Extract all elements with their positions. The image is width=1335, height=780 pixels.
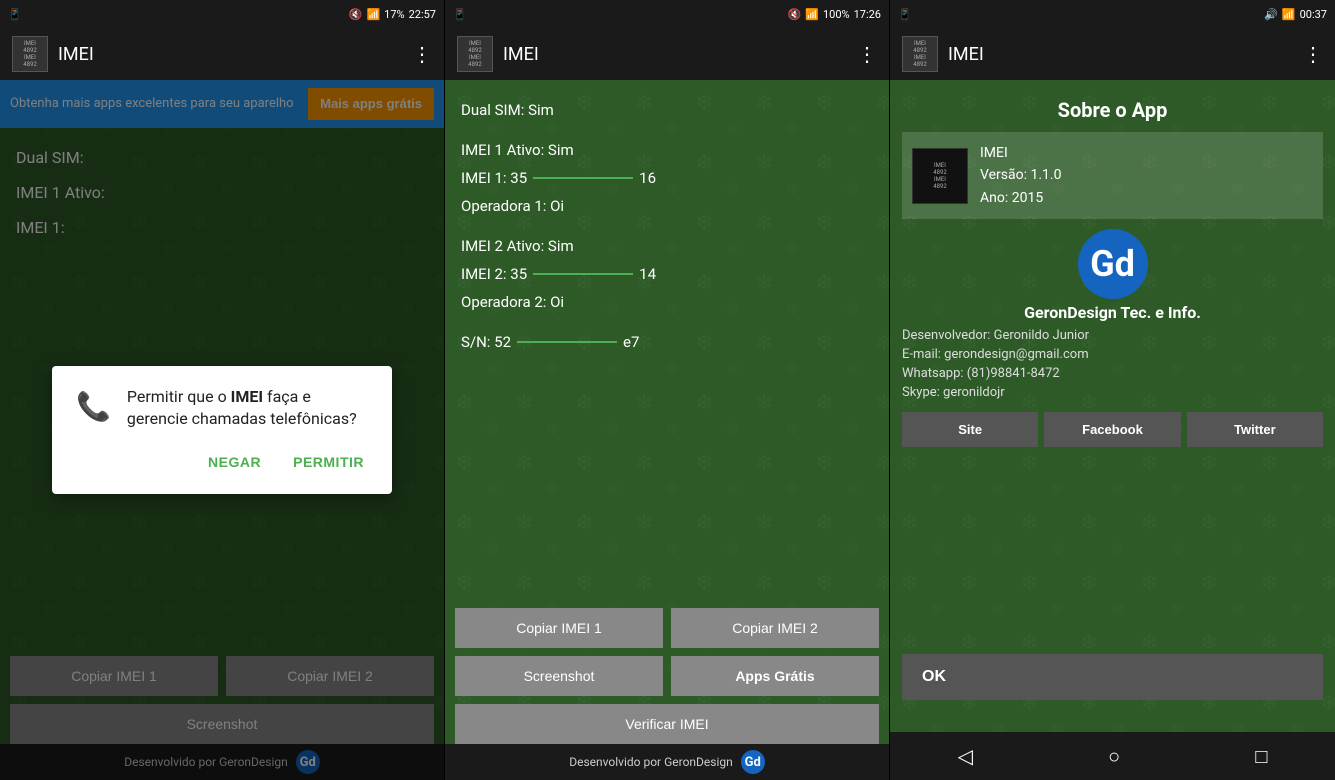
wifi-icon-3: 📶 — [1282, 8, 1296, 21]
menu-button-2[interactable]: ⋮ — [857, 42, 877, 66]
about-app-info: IMEI Versão: 1.1.0 Ano: 2015 — [980, 142, 1061, 209]
app-icon-2: IMEI4892IMEI4892 — [457, 36, 493, 72]
menu-button-3[interactable]: ⋮ — [1303, 42, 1323, 66]
content-3: ❄ ❄ Sobre o App IMEI4892IMEI4892 IMEI Ve… — [890, 80, 1335, 780]
apps-gratis-btn[interactable]: Apps Grátis — [671, 656, 879, 696]
content-1: ❄ ❄ Obtenha mais apps excelentes para se… — [0, 80, 444, 780]
about-app-row: IMEI4892IMEI4892 IMEI Versão: 1.1.0 Ano:… — [902, 132, 1323, 219]
wifi-icon-2: 📶 — [805, 8, 819, 21]
app-icon-3: IMEI4892IMEI4892 — [902, 36, 938, 72]
gd-logo-section: Gd GeronDesign Tec. e Info. — [902, 229, 1323, 322]
status-bar-left-1: 📱 — [8, 8, 22, 21]
imei2-row-2: IMEI 2: 35 14 — [461, 260, 873, 288]
copy-imei1-btn-2[interactable]: Copiar IMEI 1 — [455, 608, 663, 648]
operadora1-row-2: Operadora 1: Oi — [461, 192, 873, 220]
sn-row-2: S/N: 52 e7 — [461, 328, 873, 356]
imei2-active-row-2: IMEI 2 Ativo: Sim — [461, 232, 873, 260]
dialog-actions: NEGAR PERMITIR — [76, 446, 368, 478]
footer-text-2: Desenvolvido por GeronDesign — [569, 755, 733, 769]
ok-button[interactable]: OK — [902, 654, 1323, 700]
info-section-2: Dual SIM: Sim IMEI 1 Ativo: Sim IMEI 1: … — [445, 80, 889, 368]
signal-icon-2: 📱 — [453, 8, 467, 21]
twitter-button[interactable]: Twitter — [1187, 412, 1323, 447]
status-bar-2: 📱 🔇 📶 100% 17:26 — [445, 0, 889, 28]
copy-imei2-btn-2[interactable]: Copiar IMEI 2 — [671, 608, 879, 648]
imei1-active-row-2: IMEI 1 Ativo: Sim — [461, 136, 873, 164]
phone-screen-3: 📱 🔊 📶 00:37 IMEI4892IMEI4892 IMEI ⋮ ❄ ❄ — [890, 0, 1335, 780]
app-icon-1: IMEI4892IMEI4892 — [12, 36, 48, 72]
dual-sim-row-2: Dual SIM: Sim — [461, 96, 873, 124]
back-nav-icon[interactable]: ◁ — [958, 744, 973, 768]
battery-label-2: 100% — [823, 8, 850, 21]
time-label-1: 22:57 — [409, 8, 436, 21]
dialog-text: Permitir que o IMEI faça e gerencie cham… — [127, 386, 368, 431]
dialog-overlay: 📞 Permitir que o IMEI faça e gerencie ch… — [0, 80, 444, 780]
facebook-button[interactable]: Facebook — [1044, 412, 1180, 447]
status-bar-1: 📱 🔇 📶 17% 22:57 — [0, 0, 444, 28]
signal-icon-3: 📱 — [898, 8, 912, 21]
verificar-imei-btn[interactable]: Verificar IMEI — [455, 704, 879, 744]
status-bar-right-2: 🔇 📶 100% 17:26 — [788, 8, 881, 21]
imei1-line-2 — [533, 177, 633, 179]
battery-label-1: 17% — [384, 8, 404, 21]
status-bar-left-3: 📱 — [898, 8, 912, 21]
social-buttons: Site Facebook Twitter — [902, 412, 1323, 447]
sound-icon-3: 🔊 — [1264, 8, 1278, 21]
app-bar-3: IMEI4892IMEI4892 IMEI ⋮ — [890, 28, 1335, 80]
phone-icon: 📞 — [76, 390, 111, 423]
app-title-1: IMEI — [58, 44, 402, 65]
about-app-icon: IMEI4892IMEI4892 — [912, 148, 968, 204]
menu-button-1[interactable]: ⋮ — [412, 42, 432, 66]
company-name: GeronDesign Tec. e Info. — [1024, 303, 1201, 322]
whatsapp-detail: Whatsapp: (81)98841-8472 — [902, 364, 1323, 383]
developer-detail: Desenvolvedor: Geronildo Junior — [902, 326, 1323, 345]
deny-button[interactable]: NEGAR — [204, 446, 265, 478]
footer-2: Desenvolvido por GeronDesign Gd — [445, 744, 889, 780]
about-app-name: IMEI — [980, 142, 1061, 164]
status-bar-3: 📱 🔊 📶 00:37 — [890, 0, 1335, 28]
time-label-2: 17:26 — [854, 8, 881, 21]
screenshot-btn-2[interactable]: Screenshot — [455, 656, 663, 696]
home-nav-icon[interactable]: ○ — [1108, 744, 1120, 769]
about-title: Sobre o App — [902, 88, 1323, 132]
mute-icon-1: 🔇 — [349, 8, 363, 21]
phone-screen-2: 📱 🔇 📶 100% 17:26 IMEI4892IMEI4892 IMEI ⋮… — [445, 0, 890, 780]
signal-icon-1: 📱 — [8, 8, 22, 21]
gd-logo-circle: Gd — [1078, 229, 1148, 299]
dialog-header: 📞 Permitir que o IMEI faça e gerencie ch… — [76, 386, 368, 431]
imei1-row-2: IMEI 1: 35 16 — [461, 164, 873, 192]
content-2: ❄ ❄ Dual SIM: Sim IMEI 1 Ativo: Sim IMEI… — [445, 80, 889, 780]
nav-bar: ◁ ○ □ — [890, 732, 1335, 780]
app-bar-1: IMEI4892IMEI4892 IMEI ⋮ — [0, 28, 444, 80]
bottom-buttons-2: Copiar IMEI 1 Copiar IMEI 2 Screenshot A… — [445, 608, 889, 744]
status-bar-left-2: 📱 — [453, 8, 467, 21]
email-detail: E-mail: gerondesign@gmail.com — [902, 345, 1323, 364]
gd-logo-text: Gd — [1090, 243, 1135, 285]
battery-label-3: 00:37 — [1300, 8, 1327, 21]
status-bar-right-3: 🔊 📶 00:37 — [1264, 8, 1327, 21]
site-button[interactable]: Site — [902, 412, 1038, 447]
skype-detail: Skype: geronildojr — [902, 383, 1323, 402]
mute-icon-2: 🔇 — [788, 8, 802, 21]
permit-button[interactable]: PERMITIR — [289, 446, 368, 478]
app-title-2: IMEI — [503, 44, 847, 65]
operadora2-row-2: Operadora 2: Oi — [461, 288, 873, 316]
about-version: Versão: 1.1.0 — [980, 164, 1061, 186]
app-title-3: IMEI — [948, 44, 1293, 65]
sn-line-2 — [517, 341, 617, 343]
imei2-line-2 — [533, 273, 633, 275]
about-year: Ano: 2015 — [980, 187, 1061, 209]
permission-dialog: 📞 Permitir que o IMEI faça e gerencie ch… — [52, 366, 392, 495]
ok-section: OK — [890, 654, 1335, 700]
wifi-icon-1: 📶 — [366, 8, 380, 21]
about-section: Sobre o App IMEI4892IMEI4892 IMEI Versão… — [890, 80, 1335, 455]
footer-logo-2: Gd — [741, 750, 765, 774]
screenshot-apps-row: Screenshot Apps Grátis — [455, 656, 879, 696]
app-bar-2: IMEI4892IMEI4892 IMEI ⋮ — [445, 28, 889, 80]
recent-nav-icon[interactable]: □ — [1255, 744, 1267, 769]
copy-btn-row-2: Copiar IMEI 1 Copiar IMEI 2 — [455, 608, 879, 648]
phone-screen-1: 📱 🔇 📶 17% 22:57 IMEI4892IMEI4892 IMEI ⋮ … — [0, 0, 445, 780]
status-bar-right-1: 🔇 📶 17% 22:57 — [349, 8, 436, 21]
